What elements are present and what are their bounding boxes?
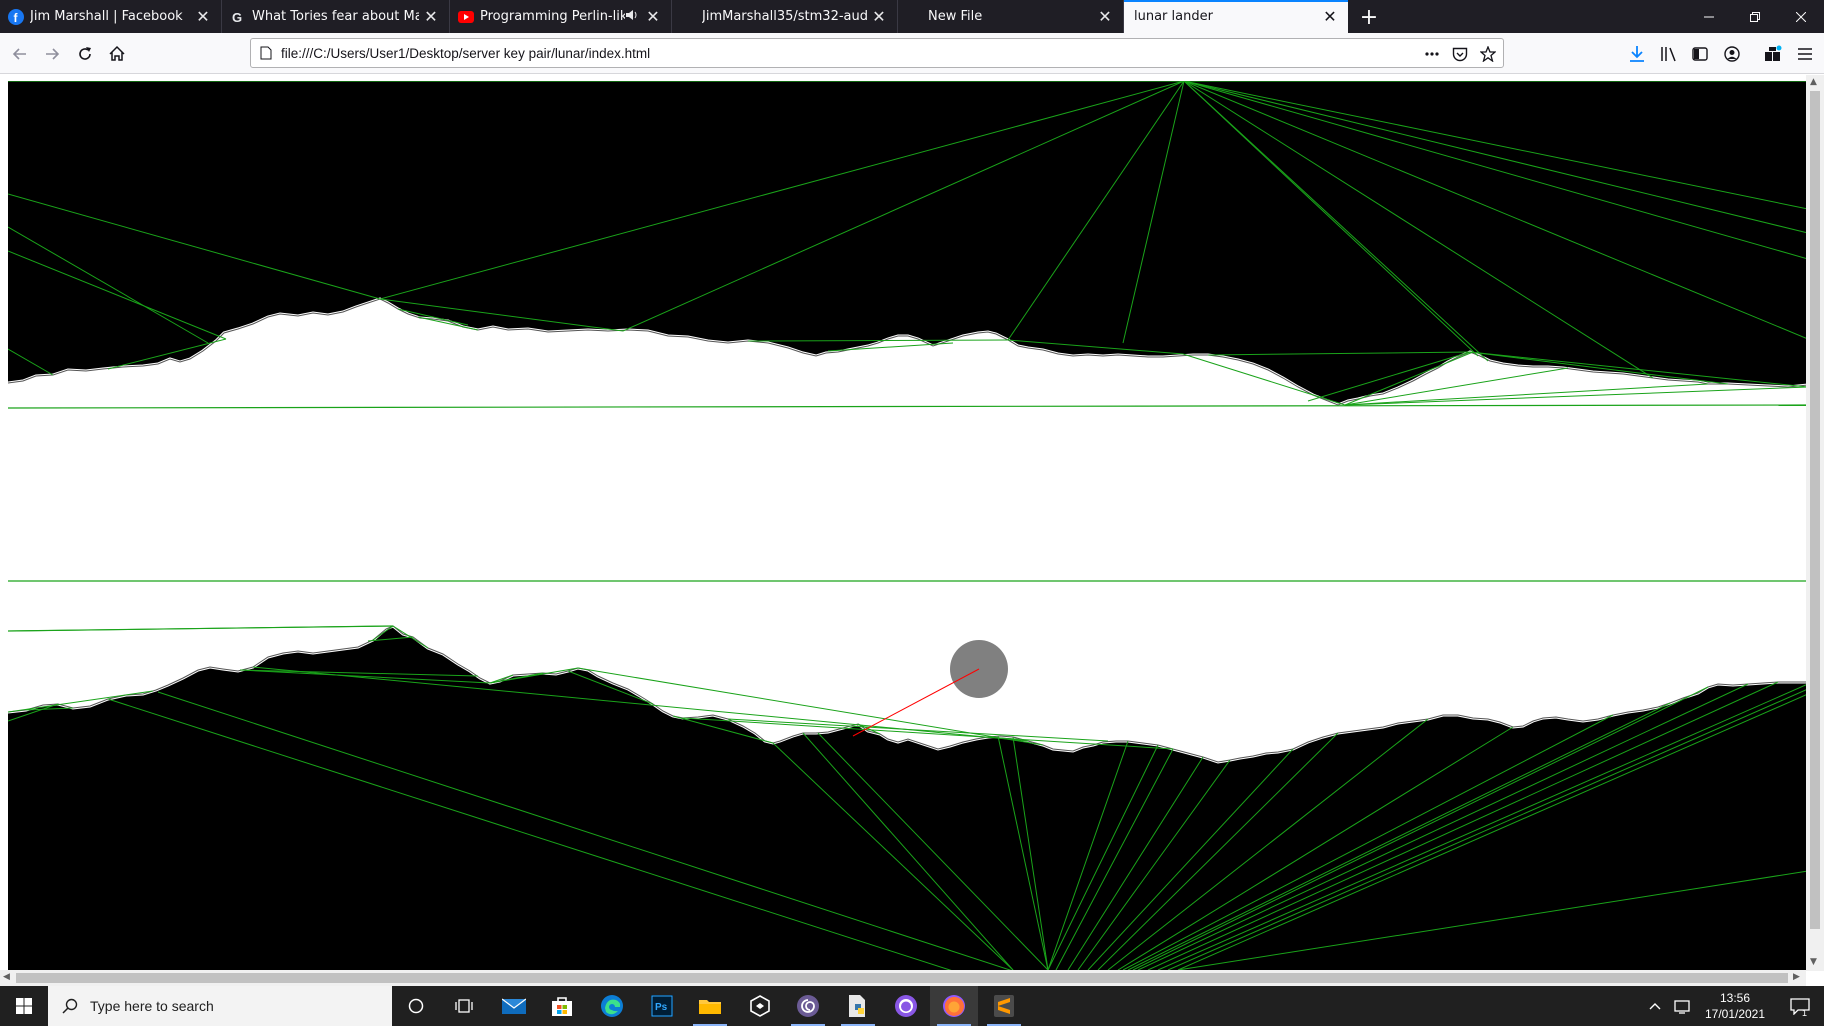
tab-facebook[interactable]: f Jim Marshall | Facebook ✕: [0, 0, 222, 33]
tab-youtube[interactable]: Programming Perlin-like No ✕: [450, 0, 672, 33]
python-document-icon[interactable]: [834, 986, 882, 1026]
scroll-left-icon[interactable]: ◀: [3, 972, 10, 982]
lunar-lander-canvas[interactable]: [8, 81, 1808, 970]
tab-title: Programming Perlin-like No: [480, 9, 625, 24]
sublime-text-icon[interactable]: [980, 986, 1028, 1026]
close-icon[interactable]: ✕: [1318, 5, 1342, 29]
tab-lunar-lander[interactable]: lunar lander ✕: [1124, 0, 1348, 33]
youtube-icon: [458, 9, 474, 25]
page-viewport: ▲ ▼ ◀ ▶: [0, 75, 1824, 986]
back-icon[interactable]: [5, 39, 35, 69]
minimize-icon[interactable]: [1686, 0, 1732, 33]
store-icon[interactable]: [538, 986, 586, 1026]
bookmark-star-icon[interactable]: [1475, 41, 1501, 67]
app-spiral-icon[interactable]: [784, 986, 832, 1026]
speaker-icon[interactable]: [625, 9, 639, 25]
mail-icon[interactable]: [490, 986, 538, 1026]
page-icon: [251, 39, 281, 67]
navigation-toolbar: [0, 33, 1824, 74]
github-desktop-icon[interactable]: [882, 986, 930, 1026]
restore-icon[interactable]: [1732, 0, 1778, 33]
scroll-right-icon[interactable]: ▶: [1793, 972, 1800, 982]
notification-count: 1: [1802, 1008, 1808, 1018]
reload-icon[interactable]: [70, 39, 100, 69]
account-icon[interactable]: [1717, 39, 1747, 69]
tab-news[interactable]: G What Tories fear about Marcus ✕: [222, 0, 450, 33]
tab-title: Jim Marshall | Facebook: [30, 9, 183, 24]
page-actions-icon[interactable]: [1419, 41, 1445, 67]
tab-github[interactable]: JimMarshall35/stm32-audio ✕: [672, 0, 898, 33]
file-explorer-icon[interactable]: [686, 986, 734, 1026]
horizontal-scrollbar[interactable]: ◀ ▶: [0, 970, 1806, 986]
sidebar-icon[interactable]: [1685, 39, 1715, 69]
svg-text:G: G: [232, 10, 242, 25]
close-icon[interactable]: ✕: [1093, 5, 1117, 29]
tab-strip: f Jim Marshall | Facebook ✕ G What Torie…: [0, 0, 1824, 33]
system-clock[interactable]: 13:56 17/01/2021: [1692, 990, 1778, 1022]
menu-icon[interactable]: [1790, 39, 1820, 69]
close-window-icon[interactable]: [1778, 0, 1824, 33]
windows-start-icon[interactable]: [0, 986, 48, 1026]
new-tab-button[interactable]: +: [1354, 2, 1384, 32]
svg-text:Ps: Ps: [655, 1002, 668, 1013]
scroll-thumb[interactable]: [16, 973, 1788, 983]
search-icon: [62, 998, 78, 1014]
tab-title: JimMarshall35/stm32-audio: [702, 9, 867, 24]
unity-icon[interactable]: [736, 986, 784, 1026]
edge-icon[interactable]: [588, 986, 636, 1026]
library-icon[interactable]: [1654, 39, 1684, 69]
close-icon[interactable]: ✕: [867, 5, 891, 29]
taskbar-search-box[interactable]: Type here to search: [48, 986, 392, 1026]
github-icon: [680, 9, 696, 25]
clock-date: 17/01/2021: [1704, 1007, 1766, 1021]
clock-time: 13:56: [1719, 991, 1751, 1005]
scroll-down-icon[interactable]: ▼: [1810, 957, 1817, 967]
address-bar[interactable]: [250, 38, 1504, 68]
close-icon[interactable]: ✕: [191, 5, 215, 29]
firefox-icon[interactable]: [930, 986, 978, 1026]
notifications-icon[interactable]: 1: [1776, 986, 1824, 1026]
cortana-icon[interactable]: [392, 986, 440, 1026]
tab-title: What Tories fear about Marcus: [252, 9, 419, 24]
blank-icon: [906, 9, 922, 25]
facebook-icon: f: [8, 8, 24, 25]
forward-icon[interactable]: [37, 39, 67, 69]
google-news-icon: G: [230, 9, 246, 25]
pocket-icon[interactable]: [1447, 41, 1473, 67]
task-view-icon[interactable]: [440, 986, 488, 1026]
url-input[interactable]: [281, 40, 1401, 66]
close-icon[interactable]: ✕: [419, 5, 443, 29]
close-icon[interactable]: ✕: [641, 5, 665, 29]
extensions-icon[interactable]: [1758, 39, 1788, 69]
tab-title: New File: [928, 9, 983, 24]
home-icon[interactable]: [102, 39, 132, 69]
windows-taskbar: Type here to search Ps 13:56 17/01/2021 …: [0, 986, 1824, 1026]
tab-title: lunar lander: [1134, 9, 1213, 24]
scroll-up-icon[interactable]: ▲: [1810, 77, 1817, 87]
photoshop-icon[interactable]: Ps: [638, 986, 686, 1026]
vertical-scrollbar[interactable]: ▲ ▼: [1806, 75, 1824, 971]
downloads-icon[interactable]: [1622, 39, 1652, 69]
scroll-thumb[interactable]: [1810, 91, 1820, 929]
tab-new-file[interactable]: New File ✕: [898, 0, 1124, 33]
show-hidden-icons-icon[interactable]: [1640, 986, 1670, 1026]
search-placeholder: Type here to search: [90, 998, 214, 1014]
